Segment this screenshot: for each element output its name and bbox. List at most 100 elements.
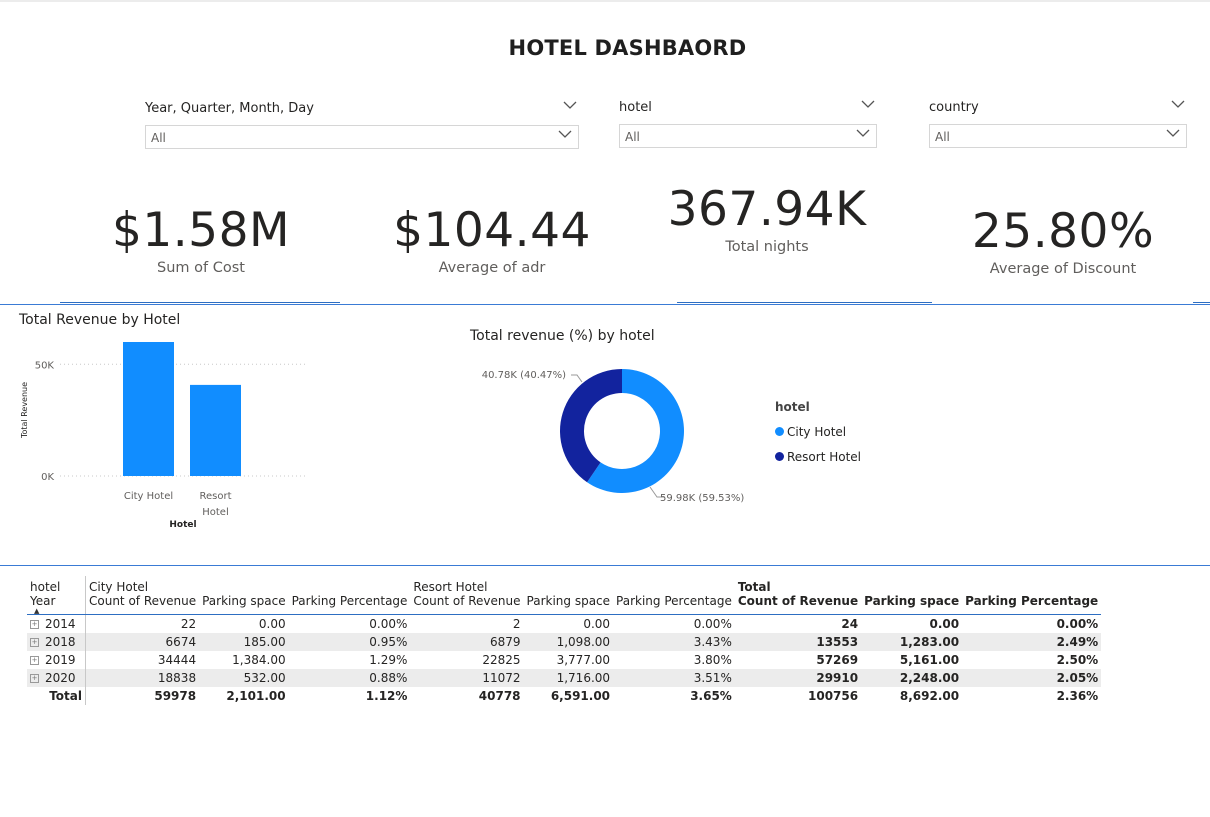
column-header[interactable]: Parking Percentage [288,594,411,615]
cell: 40778 [478,689,521,703]
chevron-down-icon[interactable] [563,100,577,110]
legend-label: City Hotel [787,424,847,439]
slicer-hotel-dropdown[interactable]: All [619,124,877,148]
cell: 1,716.00 [523,669,614,687]
slicer-country-value: All [935,130,950,144]
sort-ascending-icon[interactable]: ▲ [34,608,82,615]
column-header[interactable]: Count of Revenue [85,594,200,615]
expand-icon[interactable]: + [30,620,39,629]
table-row: +2014 22 0.00 0.00% 2 0.00 0.00% 24 0.00… [27,614,1101,634]
cell: 0.00 [929,617,960,631]
matrix-row-header[interactable]: hotel [27,576,86,594]
legend-item-city-hotel[interactable]: City Hotel [775,419,861,444]
cell: 1.29% [369,653,408,667]
chevron-down-icon[interactable] [856,128,870,138]
column-header[interactable]: Parking space [861,594,963,615]
cell: 0.00% [693,617,732,631]
kpi-value: $1.58M [111,203,291,258]
slicer-hotel-header[interactable]: hotel [619,100,877,120]
table-row: +2020 18838 532.00 0.88% 11072 1,716.00 … [27,669,1102,687]
chevron-down-icon[interactable] [558,129,572,139]
cell: 0.00 [258,617,286,631]
donut-slice[interactable] [560,369,622,483]
slicer-country[interactable]: country All [929,100,1187,148]
table-row: +2018 6674 185.00 0.95% 6879 1,098.00 3.… [27,633,1102,651]
cell: 57269 [816,653,859,667]
year-label: 2018 [45,635,76,649]
column-header[interactable]: Count of Revenue [410,594,524,615]
cell: 6879 [410,633,524,651]
expand-icon[interactable]: + [30,674,39,683]
expand-icon[interactable]: + [30,638,39,647]
cell: 1,283.00 [861,633,963,651]
cell: 2,101.00 [226,689,286,703]
donut-chart[interactable]: 59.98K (59.53%) 40.78K (40.47%) [460,340,770,520]
cell: 2.05% [962,669,1102,687]
cell: 100756 [808,689,859,703]
column-header[interactable]: Count of Revenue [734,594,862,615]
cell: 3,777.00 [556,653,611,667]
bar[interactable] [190,384,241,476]
matrix-group-header-total[interactable]: Total [735,576,1101,594]
table-row: +2019 34444 1,384.00 1.29% 22825 3,777.0… [27,651,1101,669]
cell: 3.51% [613,669,735,687]
column-header[interactable]: Parking space [523,594,614,615]
cell: 1,384.00 [232,653,286,667]
kpi-card-nights[interactable]: 367.94K Total nights [626,182,908,256]
slicer-date[interactable]: Year, Quarter, Month, Day All [145,101,579,149]
cell: 532.00 [199,669,289,687]
kpi-label: Sum of Cost [157,260,245,276]
data-label: 40.78K (40.47%) [482,370,566,381]
y-tick-label: 50K [35,360,55,371]
x-tick-label: Resort [199,491,231,502]
bar-chart[interactable]: 0K 50K City Hotel Resort Hotel Hotel Total Rev… [0,330,320,540]
kpi-value: 367.94K [667,182,867,237]
year-cell: +2018 [27,633,86,651]
cell: 0.88% [288,669,411,687]
matrix-group-header-resort[interactable]: Resort Hotel [410,576,734,594]
slicer-date-header[interactable]: Year, Quarter, Month, Day [145,101,579,121]
section-divider [0,565,1210,566]
cell: 3.80% [693,653,732,667]
chevron-down-icon[interactable] [1166,128,1180,138]
expand-icon[interactable]: + [30,656,39,665]
slicer-hotel[interactable]: hotel All [619,100,877,148]
y-axis-title: Total Revenue [20,382,29,439]
slicer-country-dropdown[interactable]: All [929,124,1187,148]
slicer-country-label: country [929,100,979,115]
revenue-matrix: hotel City Hotel Resort Hotel Total Year… [27,576,1102,705]
kpi-card-adr[interactable]: $104.44 Average of adr [350,203,634,277]
column-header[interactable]: Parking Percentage [613,594,735,615]
bar[interactable] [123,342,174,476]
chevron-down-icon[interactable] [861,99,875,109]
kpi-card-cost[interactable]: $1.58M Sum of Cost [60,203,342,277]
matrix-year-header[interactable]: Year ▲ [27,594,86,615]
cell: 59978 [85,687,200,705]
kpi-label: Average of adr [438,260,546,276]
cell: 18838 [85,669,200,687]
slicer-country-header[interactable]: country [929,100,1187,120]
kpi-value: $104.44 [393,203,591,258]
cell: 0.00% [369,617,408,631]
legend-dot-icon [775,452,784,461]
cell: 11072 [410,669,524,687]
section-divider [0,304,1210,305]
column-header[interactable]: Parking Percentage [962,594,1102,615]
slicer-date-dropdown[interactable]: All [145,125,579,149]
bar-chart-title: Total Revenue by Hotel [19,312,181,328]
kpi-card-discount[interactable]: 25.80% Average of Discount [922,205,1204,278]
year-label: 2020 [45,671,76,685]
y-tick-label: 0K [41,472,54,483]
slicer-date-label: Year, Quarter, Month, Day [145,101,314,116]
leader-line [571,374,583,383]
chevron-down-icon[interactable] [1171,99,1185,109]
year-cell: +2014 [27,615,86,634]
cell: 2 [512,617,521,631]
kpi-label: Total nights [725,239,809,255]
column-header[interactable]: Parking space [199,594,289,615]
matrix-group-header-city[interactable]: City Hotel [85,576,411,594]
year-label: 2019 [45,653,76,667]
legend-item-resort-hotel[interactable]: Resort Hotel [775,444,861,469]
cell: 34444 [85,651,200,669]
cell: 8,692.00 [899,689,960,703]
